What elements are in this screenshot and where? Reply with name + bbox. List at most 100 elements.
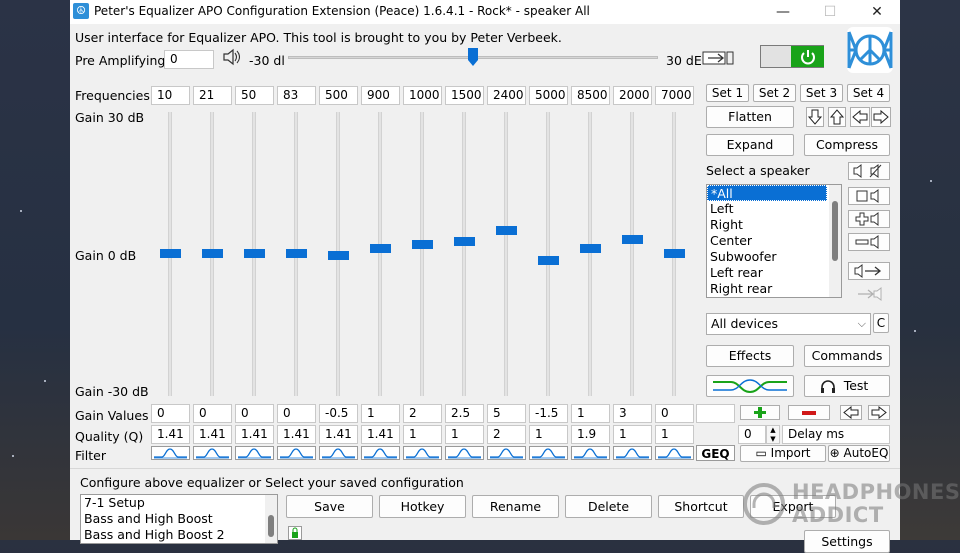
gain-slider-track[interactable]: [546, 112, 550, 396]
gain-slider-thumb[interactable]: [328, 251, 349, 260]
frequency-input[interactable]: 7000: [655, 86, 694, 105]
frequency-input[interactable]: 83: [277, 86, 316, 105]
gain-slider-thumb[interactable]: [244, 249, 265, 258]
speaker-list-item[interactable]: Center: [707, 233, 827, 249]
speaker-list-item[interactable]: Left: [707, 201, 827, 217]
gain-value-input[interactable]: 1: [571, 404, 610, 423]
save-lock-icon[interactable]: [288, 526, 302, 540]
power-toggle[interactable]: [760, 45, 824, 68]
device-select[interactable]: All devices ⌵: [706, 313, 871, 335]
minimize-button[interactable]: —: [760, 0, 806, 24]
quality-input[interactable]: 1.41: [277, 425, 316, 444]
gain-slider-thumb[interactable]: [454, 237, 475, 246]
arrow-left-icon[interactable]: [850, 107, 870, 127]
quality-input[interactable]: 1.41: [235, 425, 274, 444]
fullscreen-arrow-icon[interactable]: [702, 49, 736, 67]
peak-filter-icon[interactable]: [151, 446, 190, 460]
gain-slider-track[interactable]: [588, 112, 592, 396]
speaker-list-item[interactable]: Left rear: [707, 265, 827, 281]
peak-filter-icon[interactable]: [529, 446, 568, 460]
config-list-item[interactable]: Bass and High Boost 2: [81, 527, 277, 543]
gain-value-input[interactable]: 5: [487, 404, 526, 423]
maximize-button[interactable]: ☐: [807, 0, 853, 24]
gain-slider-thumb[interactable]: [370, 244, 391, 253]
band-right-arrow-icon[interactable]: [868, 405, 890, 420]
shortcut-button[interactable]: Shortcut: [658, 495, 744, 518]
peak-filter-icon[interactable]: [235, 446, 274, 460]
test-button[interactable]: Test: [804, 375, 890, 397]
speaker-list-scrollbar[interactable]: [829, 185, 841, 297]
speaker-list-scroll-thumb[interactable]: [832, 201, 838, 261]
quality-input[interactable]: 1: [403, 425, 442, 444]
speaker-list-item-selected[interactable]: *All: [707, 185, 827, 201]
gain-slider-thumb[interactable]: [580, 244, 601, 253]
set-2-button[interactable]: Set 2: [753, 84, 796, 102]
config-list-item[interactable]: Bass and High Boost: [81, 511, 277, 527]
quality-input[interactable]: 1.41: [193, 425, 232, 444]
gain-slider-thumb[interactable]: [286, 249, 307, 258]
compress-button[interactable]: Compress: [804, 134, 890, 156]
speaker-list-item[interactable]: Right rear: [707, 281, 827, 297]
gain-value-input[interactable]: 1: [361, 404, 400, 423]
frequency-input[interactable]: 21: [193, 86, 232, 105]
gain-slider-track[interactable]: [462, 112, 466, 396]
band-left-arrow-icon[interactable]: [840, 405, 862, 420]
gain-value-input[interactable]: 3: [613, 404, 652, 423]
peak-filter-icon[interactable]: [445, 446, 484, 460]
set-3-button[interactable]: Set 3: [800, 84, 843, 102]
gain-slider-track[interactable]: [378, 112, 382, 396]
frequency-input[interactable]: 1000: [403, 86, 442, 105]
config-list-scroll-thumb[interactable]: [268, 515, 274, 537]
gain-value-input[interactable]: 0: [235, 404, 274, 423]
speaker-list-item[interactable]: Right: [707, 217, 827, 233]
peak-filter-icon[interactable]: [319, 446, 358, 460]
autoeq-button[interactable]: ⊕ AutoEQ: [828, 445, 890, 462]
frequency-input[interactable]: 1500: [445, 86, 484, 105]
gain-slider-thumb[interactable]: [496, 226, 517, 235]
peak-filter-icon[interactable]: [655, 446, 694, 460]
settings-button[interactable]: Settings: [804, 530, 890, 553]
quality-input[interactable]: 1.41: [361, 425, 400, 444]
rename-button[interactable]: Rename: [472, 495, 559, 518]
set-1-button[interactable]: Set 1: [706, 84, 749, 102]
flatten-button[interactable]: Flatten: [706, 106, 794, 128]
frequency-input[interactable]: 900: [361, 86, 400, 105]
gain-slider-thumb[interactable]: [538, 256, 559, 265]
config-list-item[interactable]: 7-1 Setup: [81, 495, 277, 511]
extra-gain-input[interactable]: [696, 404, 735, 423]
config-list-scrollbar[interactable]: [265, 495, 277, 543]
peak-filter-icon[interactable]: [613, 446, 652, 460]
gain-slider-track[interactable]: [630, 112, 634, 396]
speaker-add-icon[interactable]: [848, 210, 890, 228]
gain-slider-thumb[interactable]: [622, 235, 643, 244]
gain-value-input[interactable]: -0.5: [319, 404, 358, 423]
quality-input[interactable]: 1: [613, 425, 652, 444]
delay-spinner[interactable]: ▲ ▼: [766, 425, 780, 444]
gain-value-input[interactable]: 2.5: [445, 404, 484, 423]
expand-button[interactable]: Expand: [706, 134, 794, 156]
quality-input[interactable]: 2: [487, 425, 526, 444]
gain-value-input[interactable]: 0: [277, 404, 316, 423]
pre-amp-input[interactable]: 0: [164, 50, 214, 69]
peak-filter-icon[interactable]: [193, 446, 232, 460]
gain-value-input[interactable]: 0: [193, 404, 232, 423]
gain-value-input[interactable]: 0: [151, 404, 190, 423]
speaker-square-icon[interactable]: [848, 187, 890, 205]
speaker-mute-icon[interactable]: [848, 162, 890, 180]
effects-button[interactable]: Effects: [706, 345, 794, 367]
gain-value-input[interactable]: -1.5: [529, 404, 568, 423]
frequency-input[interactable]: 2400: [487, 86, 526, 105]
gain-value-input[interactable]: 0: [655, 404, 694, 423]
peak-filter-icon[interactable]: [277, 446, 316, 460]
frequency-input[interactable]: 10: [151, 86, 190, 105]
speaker-list-item[interactable]: Subwoofer: [707, 249, 827, 265]
speaker-swap-icon[interactable]: [848, 262, 890, 280]
speaker-remove-icon[interactable]: [848, 233, 890, 251]
import-button[interactable]: ▭ Import: [740, 445, 826, 462]
gain-slider-thumb[interactable]: [664, 249, 685, 258]
quality-input[interactable]: 1.41: [319, 425, 358, 444]
quality-input[interactable]: 1.41: [151, 425, 190, 444]
gain-slider-track[interactable]: [420, 112, 424, 396]
arrow-right-icon[interactable]: [871, 107, 891, 127]
quality-input[interactable]: 1.9: [571, 425, 610, 444]
